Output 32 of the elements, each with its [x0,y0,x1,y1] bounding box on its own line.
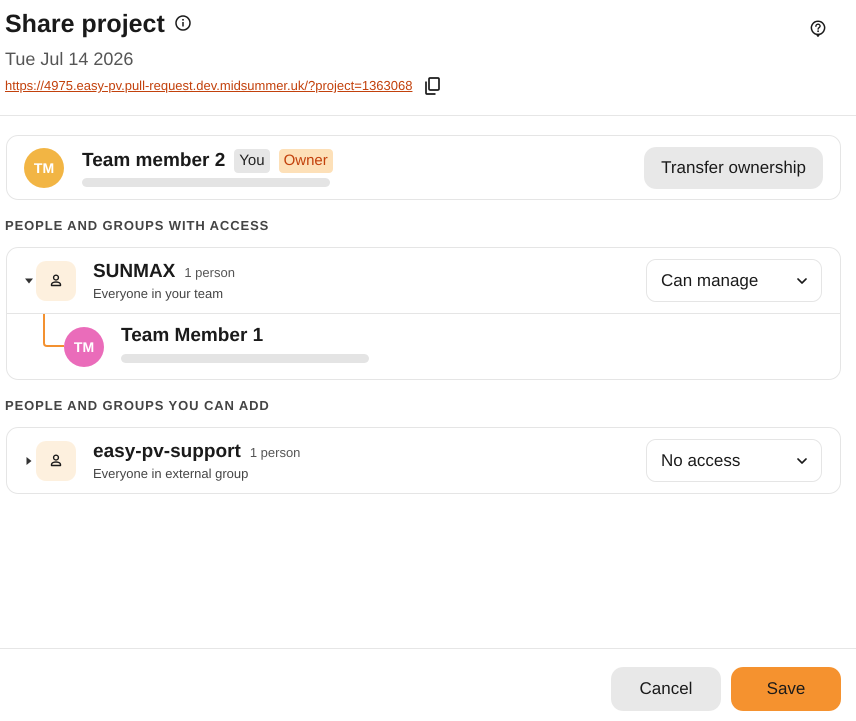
member-count: 1 person [250,445,300,460]
member-count: 1 person [184,265,235,280]
cancel-button[interactable]: Cancel [611,667,721,711]
project-link[interactable]: https://4975.easy-pv.pull-request.dev.midsummer.uk/?project=1363068 [5,78,412,94]
permission-dropdown[interactable]: Can manage [646,259,822,302]
group-description: Everyone in your team [93,286,224,301]
date-text: Tue Jul 14 2026 [5,48,134,70]
tree-connector [43,314,64,347]
help-icon[interactable] [810,20,826,36]
caret-icon[interactable] [25,456,33,464]
person-icon [36,260,76,300]
permission-dropdown[interactable]: No access [646,439,822,482]
save-button[interactable]: Save [731,667,841,711]
chevron-down-icon [797,458,807,464]
group-description: Everyone in external group [93,466,250,481]
avatar: TM [24,148,64,188]
caret-icon[interactable] [25,276,33,284]
group-name: SUNMAX [93,260,176,284]
role-badge: Owner [278,148,333,172]
section-heading: PEOPLE AND GROUPS YOU CAN ADD [5,398,271,414]
dialog-title: Share project [5,9,165,40]
chevron-down-icon [797,278,807,284]
avatar: TM [64,326,104,366]
member-name: Team member 2 [82,148,226,172]
group-name: easy-pv-support [93,440,241,464]
role-badge: You [234,148,270,172]
transfer-ownership-button[interactable]: Transfer ownership [644,146,823,188]
info-icon[interactable] [174,15,191,31]
member-name: Team Member 1 [121,324,264,348]
copy-icon[interactable] [424,77,440,95]
section-heading: PEOPLE AND GROUPS WITH ACCESS [5,218,270,234]
person-icon [36,440,76,480]
